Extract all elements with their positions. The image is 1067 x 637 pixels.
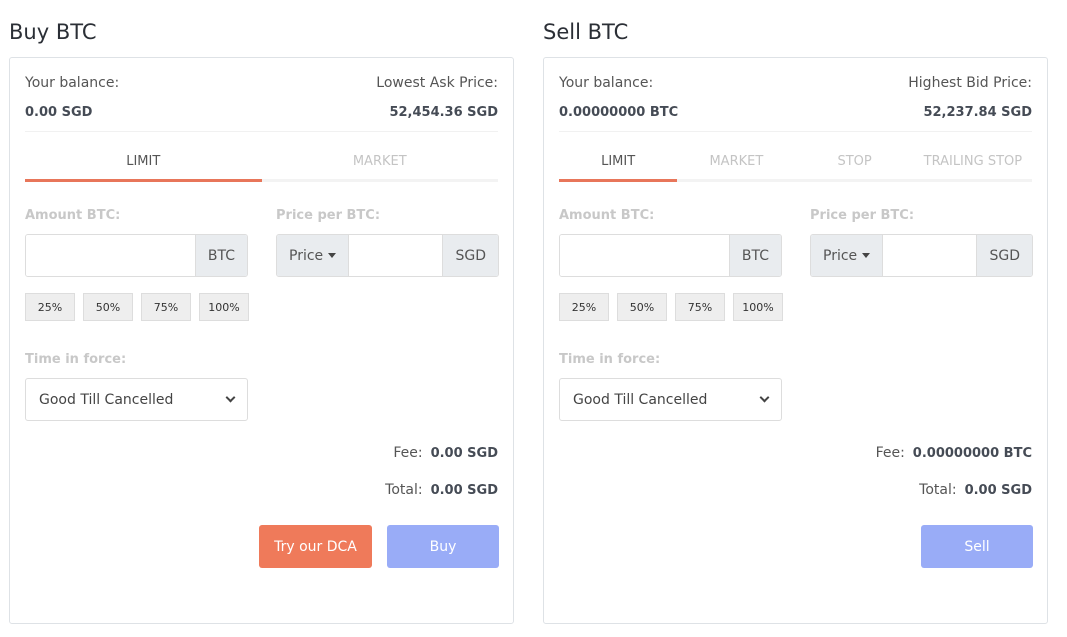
price-per-label: Price per BTC:: [810, 208, 915, 223]
total-label: Total:: [919, 482, 957, 498]
price-input-group: Price SGD: [276, 234, 499, 277]
total-value: 0.00 SGD: [964, 483, 1032, 498]
balance-label: Your balance:: [559, 75, 654, 91]
tab-trailing-stop[interactable]: TRAILING STOP: [914, 146, 1032, 179]
amount-input-group: BTC: [559, 234, 782, 277]
fee-value: 0.00000000 BTC: [912, 446, 1032, 461]
order-type-tabs: LIMIT MARKET STOP TRAILING STOP: [559, 146, 1032, 182]
percent-100-button[interactable]: 100%: [199, 293, 249, 321]
price-dropdown[interactable]: Price: [277, 235, 350, 276]
chevron-down-icon: [759, 392, 770, 403]
amount-input[interactable]: [560, 235, 729, 276]
buy-panel: Your balance: 0.00 SGD Lowest Ask Price:…: [9, 57, 514, 624]
total-row: Total: 0.00 SGD: [919, 482, 1032, 498]
fee-row: Fee: 0.00 SGD: [393, 445, 498, 461]
percent-buttons: 25% 50% 75% 100%: [25, 293, 249, 321]
balance-label: Your balance:: [25, 75, 120, 91]
buy-section: Buy BTC Your balance: 0.00 SGD Lowest As…: [9, 0, 515, 637]
divider: [25, 131, 498, 132]
price-dropdown-label: Price: [289, 247, 324, 264]
tab-stop[interactable]: STOP: [796, 146, 914, 179]
chevron-down-icon: [225, 392, 236, 403]
fee-label: Fee:: [875, 445, 905, 461]
price-input[interactable]: [349, 235, 443, 276]
tif-value: Good Till Cancelled: [573, 391, 708, 408]
highest-bid-label: Highest Bid Price:: [908, 75, 1032, 91]
total-row: Total: 0.00 SGD: [385, 482, 498, 498]
price-per-label: Price per BTC:: [276, 208, 381, 223]
tab-market[interactable]: MARKET: [677, 146, 795, 179]
tab-limit[interactable]: LIMIT: [559, 146, 678, 182]
buy-title: Buy BTC: [9, 20, 97, 44]
balance-value: 0.00000000 BTC: [559, 105, 679, 120]
tif-select[interactable]: Good Till Cancelled: [25, 378, 248, 421]
percent-100-button[interactable]: 100%: [733, 293, 783, 321]
tab-limit[interactable]: LIMIT: [25, 146, 262, 182]
lowest-ask-value: 52,454.36 SGD: [389, 105, 498, 120]
total-label: Total:: [385, 482, 423, 498]
balance-value: 0.00 SGD: [25, 105, 93, 120]
amount-label: Amount BTC:: [25, 208, 121, 223]
percent-buttons: 25% 50% 75% 100%: [559, 293, 783, 321]
price-unit: SGD: [976, 235, 1032, 276]
caret-down-icon: [328, 253, 337, 258]
tif-label: Time in force:: [25, 352, 127, 367]
price-dropdown-label: Price: [823, 247, 858, 264]
percent-75-button[interactable]: 75%: [675, 293, 725, 321]
amount-unit: BTC: [194, 235, 247, 276]
divider: [559, 131, 1032, 132]
fee-value: 0.00 SGD: [430, 446, 498, 461]
percent-50-button[interactable]: 50%: [617, 293, 667, 321]
percent-75-button[interactable]: 75%: [141, 293, 191, 321]
try-dca-button[interactable]: Try our DCA: [259, 525, 372, 568]
tab-market[interactable]: MARKET: [262, 146, 499, 179]
amount-input[interactable]: [26, 235, 195, 276]
price-input[interactable]: [883, 235, 977, 276]
lowest-ask-label: Lowest Ask Price:: [376, 75, 498, 91]
price-input-group: Price SGD: [810, 234, 1033, 277]
amount-label: Amount BTC:: [559, 208, 655, 223]
percent-50-button[interactable]: 50%: [83, 293, 133, 321]
sell-section: Sell BTC Your balance: 0.00000000 BTC Hi…: [543, 0, 1049, 637]
tif-value: Good Till Cancelled: [39, 391, 174, 408]
caret-down-icon: [862, 253, 871, 258]
tif-label: Time in force:: [559, 352, 661, 367]
fee-row: Fee: 0.00000000 BTC: [876, 445, 1032, 461]
percent-25-button[interactable]: 25%: [559, 293, 609, 321]
buy-button[interactable]: Buy: [387, 525, 499, 568]
sell-panel: Your balance: 0.00000000 BTC Highest Bid…: [543, 57, 1048, 624]
percent-25-button[interactable]: 25%: [25, 293, 75, 321]
price-dropdown[interactable]: Price: [811, 235, 884, 276]
tif-select[interactable]: Good Till Cancelled: [559, 378, 782, 421]
sell-button[interactable]: Sell: [921, 525, 1033, 568]
order-type-tabs: LIMIT MARKET: [25, 146, 498, 182]
amount-unit: BTC: [728, 235, 781, 276]
highest-bid-value: 52,237.84 SGD: [923, 105, 1032, 120]
total-value: 0.00 SGD: [430, 483, 498, 498]
amount-input-group: BTC: [25, 234, 248, 277]
price-unit: SGD: [442, 235, 498, 276]
sell-title: Sell BTC: [543, 20, 629, 44]
fee-label: Fee:: [393, 445, 423, 461]
